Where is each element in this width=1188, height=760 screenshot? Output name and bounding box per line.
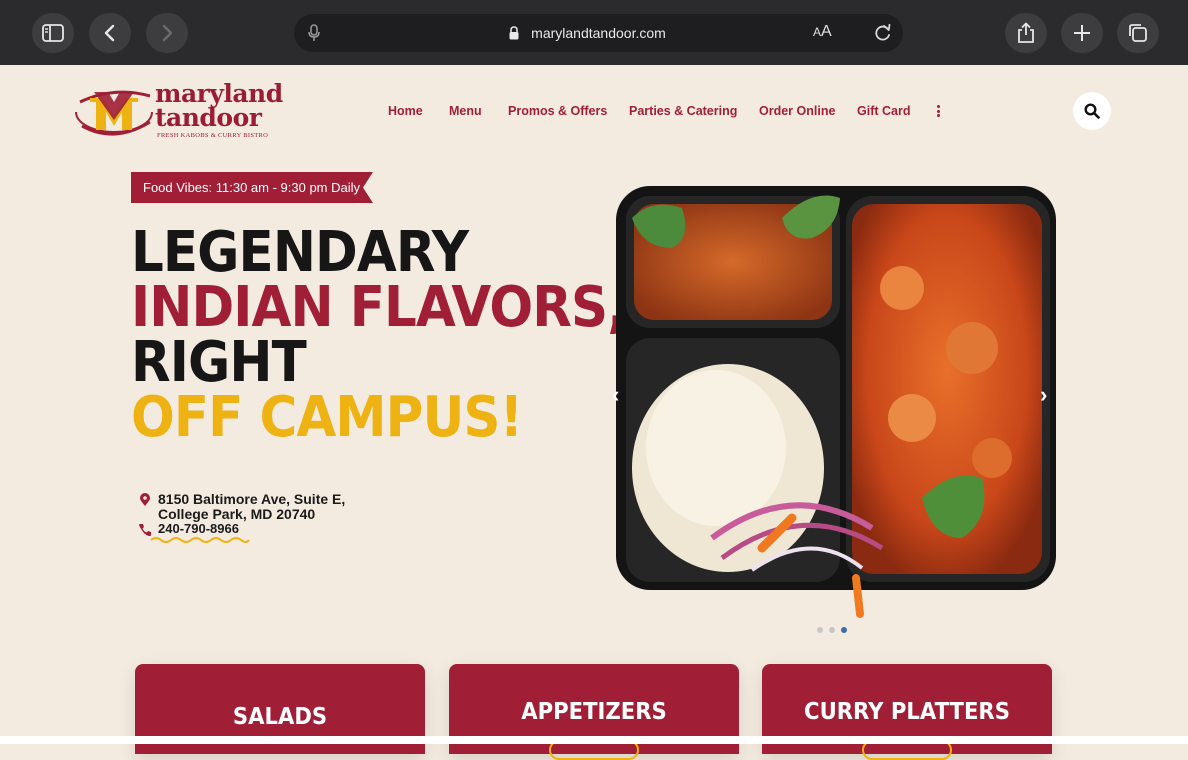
new-tab-button[interactable] [1061, 13, 1103, 53]
logo-tagline: FRESH KABOBS & CURRY BISTRO [157, 132, 269, 139]
browser-toolbar: marylandtandoor.com AA [0, 0, 1188, 65]
squiggle-underline-icon [150, 537, 250, 543]
page-bottom-strip [0, 736, 1188, 744]
reload-icon[interactable] [874, 23, 892, 43]
headline-line-3: RIGHT [131, 330, 307, 395]
logo-line2: tandoor [155, 103, 262, 132]
hero-slider[interactable]: ‹ › [612, 178, 1058, 622]
share-icon [1018, 22, 1034, 43]
tab-overview-button[interactable] [1117, 13, 1159, 53]
hours-ribbon: Food Vibes: 11:30 am - 9:30 pm Daily [131, 172, 373, 203]
sidebar-icon [42, 24, 64, 42]
more-menu-icon[interactable] [931, 103, 945, 119]
category-title: APPETIZERS [521, 699, 667, 725]
chevron-left-icon [104, 24, 115, 42]
share-button[interactable] [1005, 13, 1047, 53]
headline-line-2: INDIAN FLAVORS, [131, 275, 627, 340]
reader-mode-button[interactable]: AA [813, 23, 832, 41]
nav-order-online[interactable]: Order Online [759, 104, 835, 118]
category-title: CURRY PLATTERS [804, 699, 1010, 725]
nav-menu[interactable]: Menu [449, 104, 482, 118]
search-button[interactable] [1073, 92, 1111, 130]
nav-gift-card[interactable]: Gift Card [857, 104, 910, 118]
address-line-2: College Park, MD 20740 [158, 506, 316, 522]
slider-dot-active[interactable] [841, 627, 847, 633]
site-logo[interactable]: maryland tandoor FRESH KABOBS & CURRY BI… [74, 81, 283, 142]
url-text: marylandtandoor.com [531, 25, 666, 41]
sidebar-toggle-button[interactable] [32, 13, 74, 53]
forward-button[interactable] [146, 13, 188, 53]
address-line-1: 8150 Baltimore Ave, Suite E, [158, 491, 346, 507]
category-title: SALADS [232, 704, 328, 730]
tabs-icon [1129, 24, 1147, 42]
chevron-right-icon [162, 24, 173, 42]
food-tray-image [616, 186, 1056, 618]
logo-emblem-icon [75, 90, 153, 136]
slider-next-button[interactable]: › [1040, 382, 1047, 408]
slider-dots [817, 627, 847, 633]
nav-home[interactable]: Home [388, 104, 423, 118]
map-pin-icon [140, 493, 150, 506]
nav-parties-catering[interactable]: Parties & Catering [629, 104, 737, 118]
slider-dot[interactable] [829, 627, 835, 633]
search-icon [1084, 103, 1100, 119]
headline-line-4: OFF CAMPUS! [131, 385, 523, 450]
slider-dot[interactable] [817, 627, 823, 633]
plus-icon [1074, 25, 1090, 41]
nav-promos[interactable]: Promos & Offers [508, 104, 607, 118]
back-button[interactable] [89, 13, 131, 53]
hours-text: Food Vibes: 11:30 am - 9:30 pm Daily [143, 180, 361, 195]
address-bar[interactable]: marylandtandoor.com AA [294, 14, 903, 52]
headline-line-1: LEGENDARY [131, 220, 469, 285]
slider-prev-button[interactable]: ‹ [612, 382, 619, 408]
phone-link[interactable]: 240-790-8966 [158, 521, 239, 536]
phone-icon [139, 524, 151, 536]
